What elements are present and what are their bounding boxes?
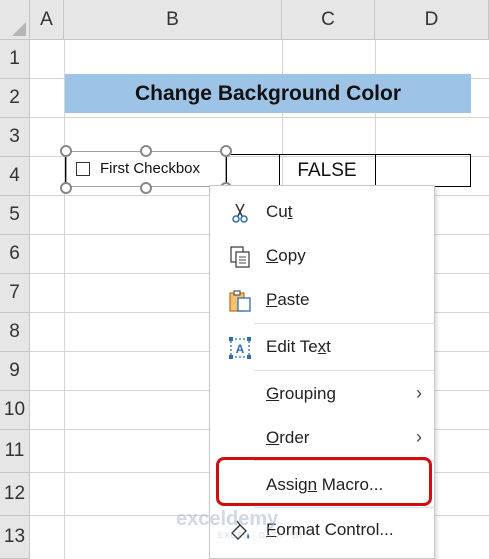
row-header-13[interactable]: 13	[0, 516, 30, 559]
row-header-7[interactable]: 7	[0, 274, 30, 313]
resize-handle-bottom[interactable]	[140, 182, 152, 194]
linked-cell-value[interactable]: FALSE	[279, 154, 375, 187]
scissors-icon	[232, 203, 248, 223]
menu-label-paste: Paste	[266, 290, 310, 309]
menu-label-copy: Copy	[266, 246, 306, 265]
row-header-5[interactable]: 5	[0, 196, 30, 235]
checkbox-square[interactable]	[76, 162, 90, 176]
menu-item-copy[interactable]: Copy	[210, 237, 434, 275]
watermark-logo: exceldemy	[176, 508, 279, 530]
resize-handle-top-right[interactable]	[220, 145, 232, 157]
menu-label-grouping: Grouping	[266, 384, 336, 403]
row-header-8[interactable]: 8	[0, 313, 30, 352]
row-header-12[interactable]: 12	[0, 473, 30, 516]
column-header-d[interactable]: D	[375, 0, 489, 40]
edit-text-icon: A	[229, 337, 251, 359]
column-header-b[interactable]: B	[64, 0, 282, 40]
row-header-3[interactable]: 3	[0, 118, 30, 157]
paste-icon	[229, 290, 251, 312]
resize-handle-top-left[interactable]	[60, 145, 72, 157]
row-header-10[interactable]: 10	[0, 391, 30, 430]
menu-label-edit-text: Edit Text	[266, 337, 331, 356]
row-header-9[interactable]: 9	[0, 352, 30, 391]
menu-label-cut: Cut	[266, 202, 293, 221]
row-header-6[interactable]: 6	[0, 235, 30, 274]
checkbox-label: First Checkbox	[100, 160, 201, 177]
svg-text:A: A	[236, 342, 245, 356]
column-header-a[interactable]: A	[30, 0, 64, 40]
row-header-11[interactable]: 11	[0, 430, 30, 473]
submenu-chevron-icon: ›	[416, 427, 422, 447]
row-header-1[interactable]: 1	[0, 40, 30, 79]
select-all-corner[interactable]	[0, 0, 30, 40]
menu-item-cut[interactable]: Cut	[210, 193, 434, 231]
menu-item-grouping[interactable]: Grouping ›	[210, 375, 434, 413]
row-header-4[interactable]: 4	[0, 157, 30, 196]
resize-handle-top[interactable]	[140, 145, 152, 157]
assign-macro-highlight	[216, 457, 432, 506]
submenu-chevron-icon: ›	[416, 383, 422, 403]
resize-handle-bottom-left[interactable]	[60, 182, 72, 194]
copy-icon	[230, 246, 250, 268]
watermark-tagline: EXCEL · DATA · BI	[218, 531, 303, 540]
row-header-2[interactable]: 2	[0, 79, 30, 118]
column-header-c[interactable]: C	[282, 0, 375, 40]
title-cell[interactable]: Change Background Color	[65, 74, 471, 113]
menu-item-edit-text[interactable]: A Edit Text	[210, 328, 434, 366]
menu-item-paste[interactable]: Paste	[210, 281, 434, 319]
menu-label-order: Order	[266, 428, 310, 447]
menu-item-order[interactable]: Order ›	[210, 419, 434, 457]
